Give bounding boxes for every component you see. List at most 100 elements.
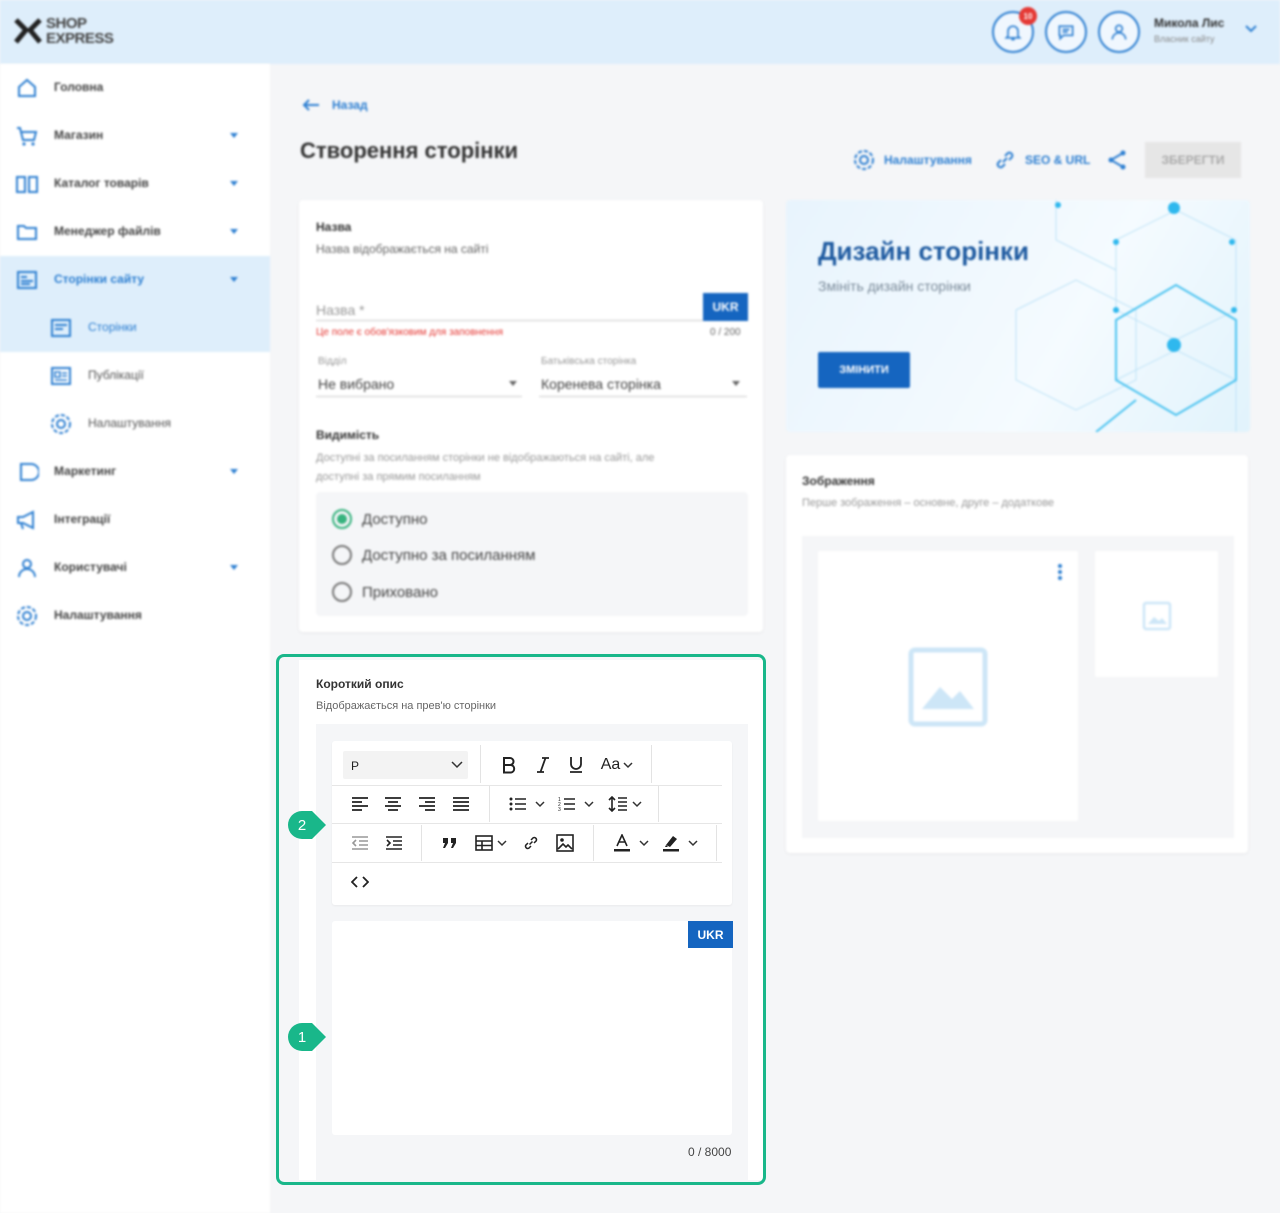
section-label: Відділ [318,356,347,367]
chevron-down-icon [509,381,517,386]
sidebar-item-label: Налаштування [54,608,142,622]
name-card-title: Назва [316,220,352,234]
visibility-option-hidden[interactable]: Приховано [332,582,438,602]
image-placeholder-icon [908,647,988,727]
messages-button[interactable] [1045,11,1087,53]
chevron-down-icon [230,229,238,234]
chevron-down-icon [230,277,238,282]
chevron-down-icon [230,181,238,186]
gear-icon [854,150,874,170]
name-input[interactable]: Назва * [316,302,365,318]
settings-action[interactable]: Налаштування [852,148,972,172]
sidebar-subitem-settings[interactable]: Налаштування [0,400,270,448]
sidebar-item-settings[interactable]: Налаштування [0,592,270,640]
home-icon [18,78,36,97]
sidebar-item-marketing[interactable]: Маркетинг [0,448,270,496]
sidebar-subitem-label: Налаштування [88,416,171,430]
parent-label: Батьківська сторінка [541,356,637,367]
visibility-desc-line1: Доступні за посиланням сторінки не відоб… [316,452,655,464]
page-icon [51,319,71,337]
book-icon [16,176,38,193]
chevron-down-icon [230,469,238,474]
more-vertical-icon[interactable] [1056,563,1064,581]
parent-select[interactable]: Коренева сторінка [541,376,661,392]
logo-text-top: SHOP [46,15,87,32]
sidebar-item-file-manager[interactable]: Менеджер файлів [0,208,270,256]
logo[interactable]: SHOP EXPRESS [14,14,114,48]
hexagon-pattern-icon [1015,200,1237,432]
sidebar-subitem-pages[interactable]: Сторінки [0,304,270,352]
section-select[interactable]: Не вибрано [318,376,394,392]
profile-button[interactable] [1098,11,1140,53]
sidebar-item-users[interactable]: Користувачі [0,544,270,592]
radio-label: Приховано [362,583,438,601]
sidebar-item-label: Каталог товарів [54,176,149,190]
chevron-down-icon [230,565,238,570]
main-image-slot[interactable] [818,551,1078,821]
user-icon [1111,24,1127,40]
sidebar-item-shop[interactable]: Магазин [0,112,270,160]
seo-url-action[interactable]: SEO & URL [993,148,1090,172]
sidebar-item-catalog[interactable]: Каталог товарів [0,160,270,208]
step-number: 2 [297,816,307,834]
sidebar: Головна Магазин Каталог товарів Менеджер… [0,64,270,1213]
bell-icon [1004,25,1022,41]
user-name[interactable]: Микола Лис [1154,16,1224,30]
step-marker-2: 2 [288,811,326,839]
folder-icon [17,225,37,240]
link-icon [996,151,1014,169]
name-error: Це поле є обов'язковим для заповнення [316,327,504,338]
chevron-down-icon [230,133,238,138]
back-link[interactable]: Назад [302,98,368,112]
page-title: Створення сторінки [300,138,519,163]
highlight-frame [276,654,766,1185]
step-number: 1 [297,1028,307,1046]
settings-action-label: Налаштування [884,153,972,167]
sidebar-item-label: Головна [54,80,104,94]
name-language-button[interactable]: UKR [703,293,748,321]
name-counter: 0 / 200 [710,327,741,338]
sidebar-item-label: Маркетинг [54,464,117,478]
radio-checked-icon [332,509,352,529]
sidebar-item-label: Магазин [54,128,104,142]
share-icon[interactable] [1105,148,1129,172]
sidebar-item-integrations[interactable]: Інтеграції [0,496,270,544]
section-underline [316,396,522,397]
logo-icon [14,18,42,44]
user-role: Власник сайту [1154,34,1215,44]
sidebar-item-home[interactable]: Головна [0,64,270,112]
sidebar-item-label: Користувачі [54,560,127,574]
sidebar-item-site-pages[interactable]: Сторінки сайту [0,256,270,304]
visibility-title: Видимість [316,428,380,442]
gear-icon [51,414,71,434]
visibility-desc-line2: доступні за прямим посиланням [316,471,481,483]
chat-icon [1058,25,1074,41]
sidebar-subitem-label: Сторінки [88,320,137,334]
save-button[interactable]: ЗБЕРЕГТИ [1145,142,1241,178]
sidebar-subitem-label: Публікації [88,368,144,382]
users-icon [18,559,36,578]
sidebar-item-label: Сторінки сайту [54,272,145,286]
radio-label: Доступно за посиланням [362,546,536,564]
step-marker-1: 1 [288,1023,326,1051]
image-placeholder-icon [1142,601,1172,631]
visibility-option-available[interactable]: Доступно [332,509,427,529]
sidebar-subitem-publications[interactable]: Публікації [0,352,270,400]
top-bar: SHOP EXPRESS 10 Микола Лис Власник сайту [0,0,1280,64]
back-label: Назад [332,98,368,112]
change-design-button[interactable]: ЗМІНИТИ [818,352,910,388]
name-input-underline [316,320,704,321]
design-subtitle: Змініть дизайн сторінки [818,278,971,294]
cart-icon [17,127,38,146]
sidebar-item-label: Інтеграції [54,512,111,526]
visibility-option-by-link[interactable]: Доступно за посиланням [332,545,535,565]
notification-badge: 10 [1019,7,1037,25]
chevron-down-icon [732,381,740,386]
secondary-image-slot[interactable] [1095,551,1218,677]
parent-underline [539,396,747,397]
radio-label: Доступно [362,510,428,528]
seo-url-label: SEO & URL [1025,153,1091,167]
chevron-down-icon[interactable] [1244,24,1258,34]
images-title: Зображення [802,474,875,488]
arrow-left-icon [302,99,319,111]
